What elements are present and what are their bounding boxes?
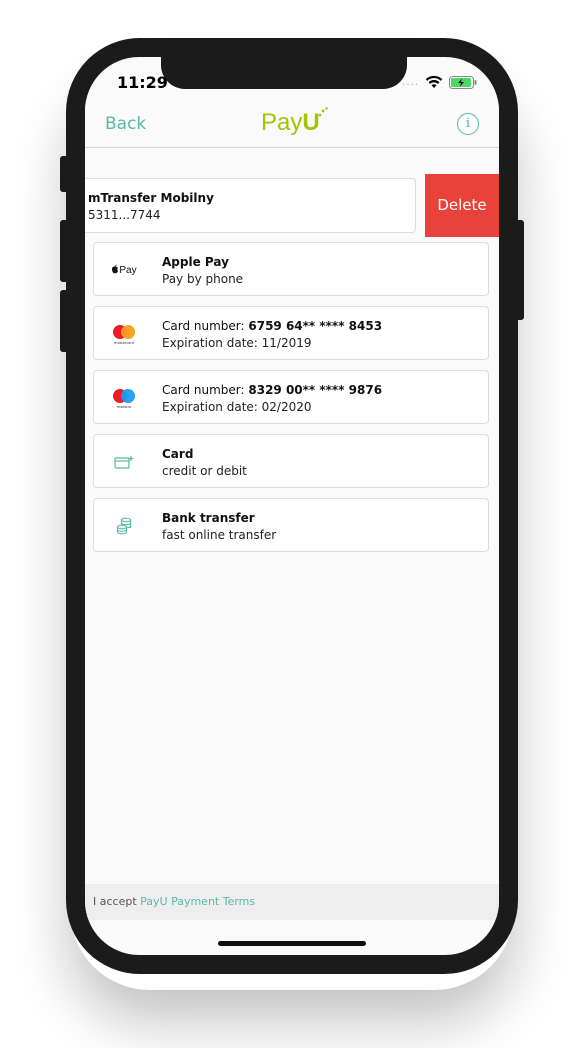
apple-pay-icon: Pay [106, 255, 142, 285]
list-item-mastercard[interactable]: mastercard Card number: 6759 64** **** 8… [93, 306, 489, 360]
item-title: Card [162, 447, 194, 461]
item-title: Apple Pay [162, 255, 229, 269]
card-plus-glyph [114, 456, 134, 469]
terms-prefix: I accept [93, 895, 141, 908]
card-number-label: Card number: [162, 383, 249, 397]
mastercard-logo: mastercard [113, 325, 135, 345]
home-indicator[interactable] [218, 941, 366, 946]
apple-pay-mark: Pay [111, 264, 137, 276]
list-item-maestro[interactable]: maestro Card number: 8329 00** **** 9876… [93, 370, 489, 424]
item-subtitle: Expiration date: 02/2020 [162, 400, 312, 414]
terms-link[interactable]: PayU Payment Terms [140, 895, 255, 908]
add-card-icon [106, 447, 142, 477]
item-title: Bank transfer [162, 511, 255, 525]
item-title: Card number: 6759 64** **** 8453 [162, 319, 382, 333]
item-subtitle: Expiration date: 11/2019 [162, 336, 312, 350]
signal-icon: .... [402, 76, 419, 88]
maestro-logo: maestro [113, 389, 135, 409]
item-title: mTransfer Mobilny [88, 191, 214, 205]
wifi-icon [425, 75, 443, 88]
card-number-label: Card number: [162, 319, 249, 333]
battery-icon [449, 75, 477, 89]
list-item-apple-pay[interactable]: Pay Apple Pay Pay by phone [93, 242, 489, 296]
screen: 11:29 .... Back PayU i mTransfer Mobilny… [85, 57, 499, 955]
maestro-caption: maestro [117, 405, 131, 409]
terms-footer: I accept PayU Payment Terms [85, 884, 499, 920]
coins-glyph [116, 517, 132, 535]
logo-text: Pay [261, 109, 303, 136]
card-number: 8329 00** **** 9876 [248, 383, 383, 397]
item-subtitle: fast online transfer [162, 528, 277, 542]
item-subtitle: 5311...7744 [88, 208, 161, 222]
back-button[interactable]: Back [105, 114, 146, 134]
nav-bar: Back PayU i [85, 101, 499, 148]
mastercard-icon: mastercard [106, 319, 142, 349]
bank-transfer-icon [106, 511, 142, 541]
card-number: 6759 64** **** 8453 [248, 319, 383, 333]
item-title: Card number: 8329 00** **** 9876 [162, 383, 382, 397]
logo-dots-icon [318, 107, 328, 117]
info-button[interactable]: i [457, 113, 479, 135]
apple-pay-text: Pay [119, 265, 137, 276]
list-item-bank-transfer[interactable]: Bank transfer fast online transfer [93, 498, 489, 552]
delete-button[interactable]: Delete [425, 174, 499, 237]
mastercard-caption: mastercard [114, 341, 134, 345]
list-item-mtransfer[interactable]: mTransfer Mobilny 5311...7744 [85, 178, 416, 233]
item-subtitle: credit or debit [162, 464, 247, 478]
list-item-card[interactable]: Card credit or debit [93, 434, 489, 488]
maestro-icon: maestro [106, 383, 142, 413]
status-time: 11:29 [117, 73, 168, 92]
payu-logo: PayU [261, 107, 328, 137]
notch [161, 57, 407, 89]
status-icons: .... [402, 75, 477, 89]
item-subtitle: Pay by phone [162, 272, 244, 286]
terms-text: I accept PayU Payment Terms [93, 895, 255, 908]
